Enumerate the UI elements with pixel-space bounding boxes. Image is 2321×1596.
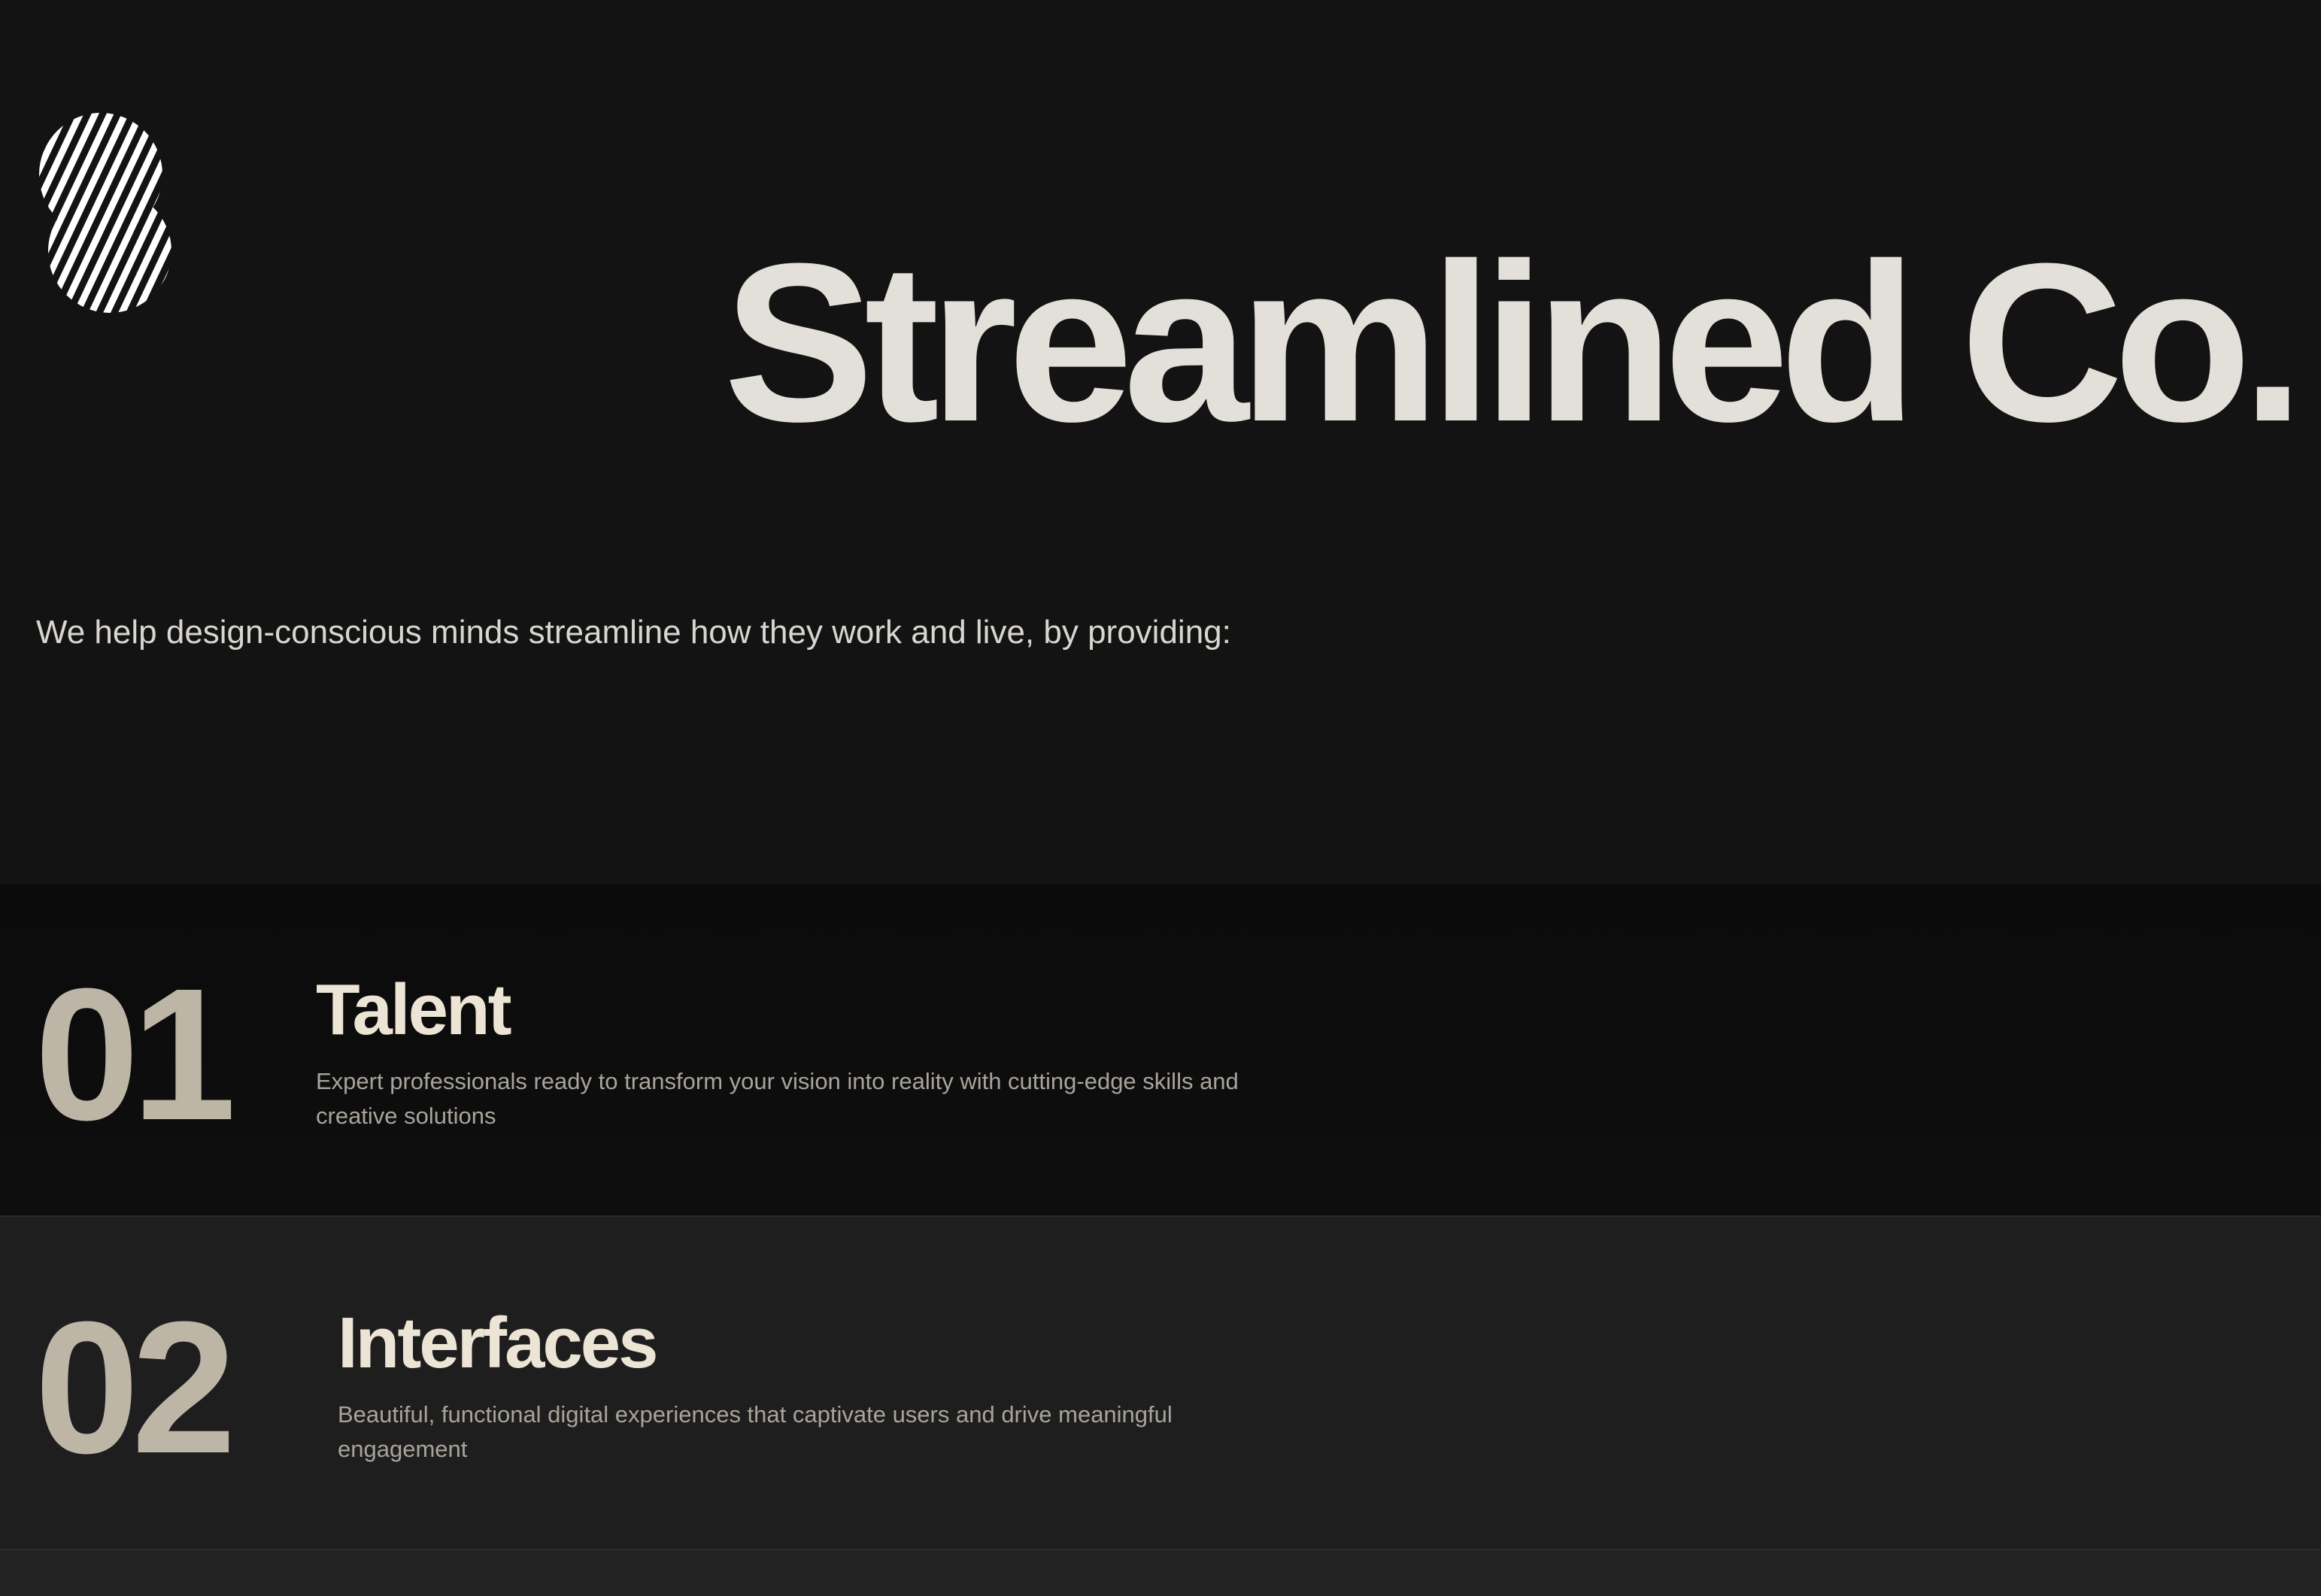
service-description: Beautiful, functional digital experience…: [338, 1401, 1173, 1462]
service-number: 01: [35, 949, 236, 1159]
brand-title: Streamlined Co.: [724, 216, 2304, 469]
service-item-interfaces: 02 Interfaces Beautiful, functional digi…: [0, 1217, 2321, 1550]
striped-s-logo-icon[interactable]: [35, 113, 173, 313]
service-title: Talent: [316, 969, 512, 1050]
service-item-talent: 01 Talent Expert professionals ready to …: [0, 884, 2321, 1217]
service-description: Expert professionals ready to transform …: [316, 1068, 1239, 1129]
hero-tagline: We help design-conscious minds streamlin…: [36, 614, 1231, 651]
hero-section: Streamlined Co. We help design-conscious…: [0, 0, 2321, 884]
service-number: 02: [35, 1282, 236, 1492]
service-item-next: [0, 1550, 2321, 1596]
service-title: Interfaces: [338, 1303, 659, 1383]
